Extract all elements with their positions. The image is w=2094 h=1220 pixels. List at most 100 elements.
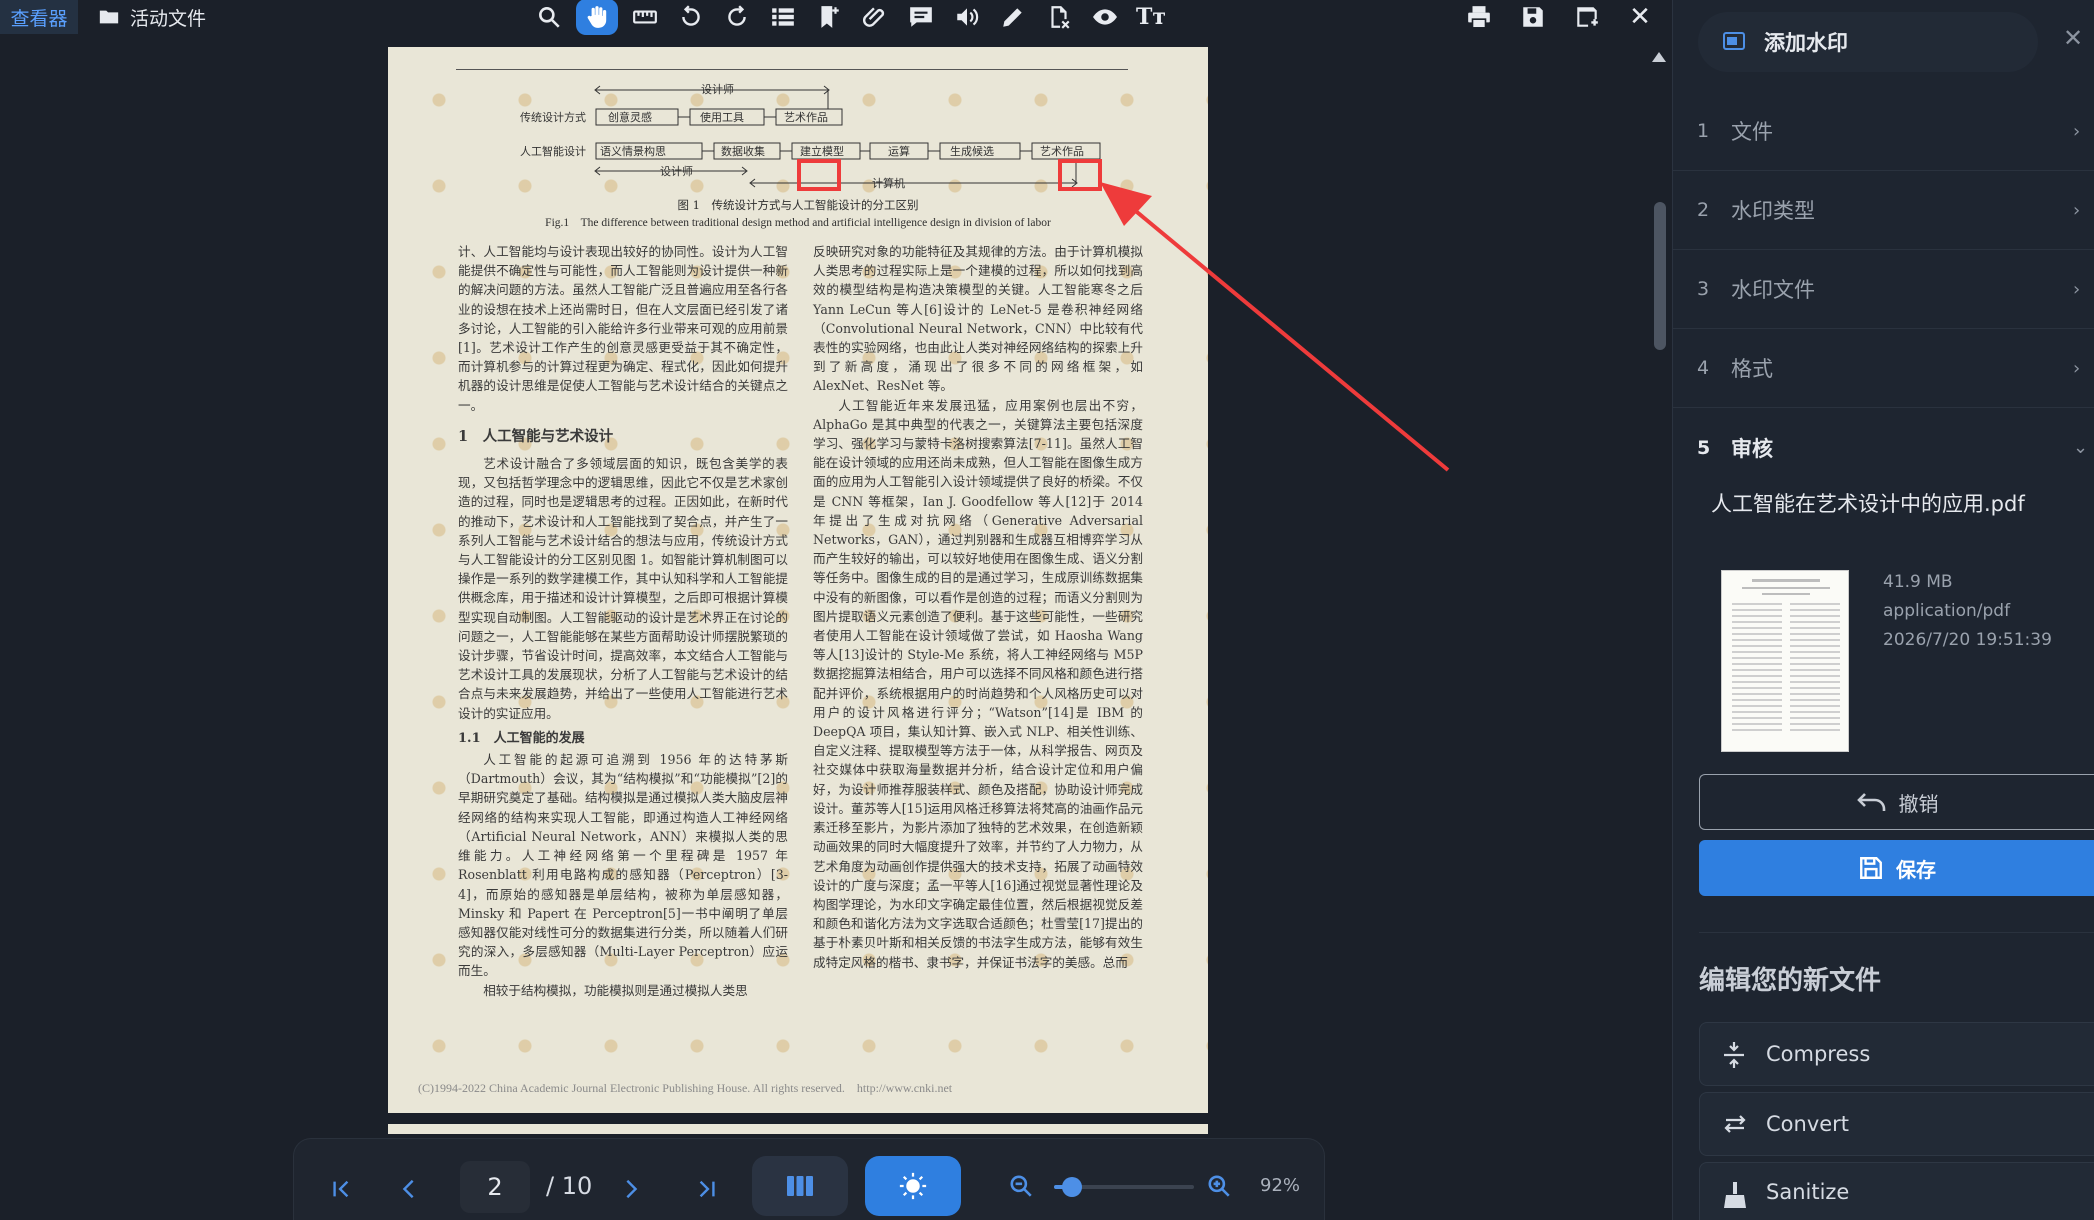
left-column: 计、人工智能均与设计表现出较好的协同性。设计为人工智能提供不确定性与可能性，而人… bbox=[458, 242, 788, 1000]
sun-icon bbox=[899, 1172, 927, 1200]
step-format[interactable]: 4 格式 › bbox=[1673, 329, 2094, 408]
left-paragraph-3: 人工智能的起源可追溯到 1956 年的达特茅斯（Dartmouth）会议，其为“… bbox=[458, 752, 788, 979]
annotation-arrow bbox=[1100, 182, 1450, 472]
diagram-ai-box-4: 运算 bbox=[888, 144, 910, 158]
sidebar-header: 添加水印 bbox=[1698, 12, 2038, 72]
page-total: / 10 bbox=[546, 1172, 593, 1200]
step-review[interactable]: 5 审核 ⌄ bbox=[1673, 408, 2094, 487]
sidebar-divider bbox=[1699, 932, 2094, 933]
theme-toggle-button[interactable] bbox=[865, 1156, 961, 1216]
step-number: 2 bbox=[1697, 199, 1710, 221]
diagram-computer: 计算机 bbox=[872, 176, 905, 190]
step-label: 审核 bbox=[1731, 436, 1773, 461]
search-icon[interactable] bbox=[530, 0, 568, 34]
folder-icon bbox=[99, 10, 119, 24]
step-label: 文件 bbox=[1731, 120, 1773, 144]
first-page-icon[interactable] bbox=[330, 1178, 352, 1204]
print-icon[interactable] bbox=[1460, 0, 1498, 34]
chevron-right-icon: › bbox=[2073, 120, 2081, 142]
last-page-icon[interactable] bbox=[696, 1178, 718, 1204]
step-file[interactable]: 1 文件 › bbox=[1673, 92, 2094, 171]
undo-button[interactable]: 撤销 bbox=[1699, 774, 2094, 830]
pan-hand-icon[interactable] bbox=[576, 0, 618, 35]
diagram-trad-box-3: 艺术作品 bbox=[784, 111, 828, 124]
diagram-ai-box-5: 生成候选 bbox=[950, 144, 994, 158]
step-label: 水印文件 bbox=[1731, 278, 1815, 302]
undo-label: 撤销 bbox=[1898, 791, 1939, 816]
step-watermark-file[interactable]: 3 水印文件 › bbox=[1673, 250, 2094, 329]
diagram-ai-label: 人工智能设计 bbox=[520, 144, 586, 158]
zoom-out-icon[interactable] bbox=[1008, 1173, 1034, 1203]
diagram-ai-box-3: 建立模型 bbox=[800, 144, 844, 158]
active-files-label: 活动文件 bbox=[130, 7, 207, 30]
active-files-tab[interactable]: 活动文件 bbox=[98, 0, 206, 34]
close-sidebar-icon[interactable]: ✕ bbox=[2063, 24, 2083, 52]
page-number-input[interactable]: 2 bbox=[460, 1161, 530, 1213]
scroll-up-arrow[interactable] bbox=[1652, 52, 1666, 62]
sidebar-title: 添加水印 bbox=[1764, 31, 1848, 55]
close-viewer-icon[interactable]: ✕ bbox=[1620, 0, 1660, 34]
dual-page-view-button[interactable] bbox=[752, 1156, 848, 1216]
diagram-designer-bottom: 设计师 bbox=[660, 165, 693, 178]
chevron-right-icon: › bbox=[2073, 357, 2081, 379]
rotate-left-icon[interactable] bbox=[672, 0, 710, 34]
file-tools bbox=[1460, 0, 1606, 34]
save-disk-icon[interactable] bbox=[1514, 0, 1552, 34]
diagram-ai-box-6: 艺术作品 bbox=[1040, 145, 1084, 158]
chevron-down-icon: ⌄ bbox=[2073, 437, 2089, 458]
convert-tool-button[interactable]: Convert bbox=[1699, 1092, 2094, 1156]
left-paragraph-1: 计、人工智能均与设计表现出较好的协同性。设计为人工智能提供不确定性与可能性，而人… bbox=[458, 244, 788, 413]
convert-arrows-icon bbox=[1724, 1115, 1746, 1133]
sanitize-tool-button[interactable]: Sanitize bbox=[1699, 1162, 2094, 1220]
ruler-icon[interactable] bbox=[626, 0, 664, 34]
viewer-tab[interactable]: 查看器 bbox=[0, 0, 78, 34]
watermark-sidebar: 添加水印 ✕ 1 文件 › 2 水印类型 › 3 水印文件 › 4 格式 › 5… bbox=[1672, 0, 2094, 1220]
pen-icon[interactable] bbox=[994, 0, 1032, 34]
list-icon[interactable] bbox=[764, 0, 802, 34]
file-redact-icon[interactable] bbox=[1040, 0, 1078, 34]
zoom-level: 92% bbox=[1260, 1175, 1301, 1196]
save-label: 保存 bbox=[1896, 857, 1936, 882]
next-page-icon[interactable] bbox=[620, 1178, 642, 1204]
figure-caption-cn: 图 1 传统设计方式与人工智能设计的分工区别 bbox=[677, 198, 919, 212]
compress-tool-button[interactable]: Compress bbox=[1699, 1022, 2094, 1086]
file-date: 2026/7/20 19:51:39 bbox=[1883, 630, 2052, 650]
pdf-page: 设计师 传统设计方式 创意灵感 使用工具 艺术作品 人工智能设计 语义情景构思 … bbox=[388, 47, 1208, 1113]
chevron-right-icon: › bbox=[2073, 278, 2081, 300]
file-thumbnail[interactable] bbox=[1721, 570, 1849, 752]
step-label: 水印类型 bbox=[1731, 199, 1815, 223]
rotate-right-icon[interactable] bbox=[718, 0, 756, 34]
step-number: 4 bbox=[1697, 357, 1710, 379]
save-as-icon[interactable] bbox=[1568, 0, 1606, 34]
compress-label: Compress bbox=[1766, 1042, 1871, 1066]
attachment-icon[interactable] bbox=[856, 0, 894, 34]
zoom-in-icon[interactable] bbox=[1206, 1173, 1232, 1203]
file-type: application/pdf bbox=[1883, 601, 2011, 621]
step-watermark-type[interactable]: 2 水印类型 › bbox=[1673, 171, 2094, 250]
convert-label: Convert bbox=[1766, 1112, 1850, 1136]
file-size: 41.9 MB bbox=[1883, 572, 1953, 592]
step-number: 5 bbox=[1697, 436, 1711, 459]
speaker-icon[interactable] bbox=[948, 0, 986, 34]
step-number: 3 bbox=[1697, 278, 1710, 300]
step-label: 格式 bbox=[1731, 357, 1773, 381]
diagram-ai-box-2: 数据收集 bbox=[721, 144, 765, 158]
scrollbar-thumb[interactable] bbox=[1654, 202, 1666, 350]
comment-icon[interactable] bbox=[902, 0, 940, 34]
edit-new-file-heading: 编辑您的新文件 bbox=[1699, 966, 1882, 996]
left-paragraph-2: 艺术设计融合了多领域层面的知识，既包含美学的表现，又包括哲学理念中的逻辑思维，因… bbox=[458, 456, 788, 721]
section-1-1-heading: 1.1 人工智能的发展 bbox=[458, 730, 585, 746]
file-name: 人工智能在艺术设计中的应用.pdf bbox=[1711, 492, 2025, 516]
save-icon bbox=[1860, 857, 1882, 879]
previous-page-icon[interactable] bbox=[398, 1178, 420, 1204]
diagram-ai-box-1: 语义情景构思 bbox=[600, 144, 666, 158]
chevron-right-icon: › bbox=[2073, 199, 2081, 221]
text-size-icon[interactable]: Tт bbox=[1132, 0, 1170, 34]
watermark-icon bbox=[1723, 32, 1745, 50]
tool-group: Tт bbox=[530, 0, 1170, 35]
eye-icon[interactable] bbox=[1086, 0, 1124, 34]
save-button[interactable]: 保存 bbox=[1699, 840, 2094, 896]
diagram-designer-top: 设计师 bbox=[701, 83, 734, 96]
left-paragraph-4: 相较于结构模拟，功能模拟则是通过模拟人类思 bbox=[483, 982, 748, 998]
bookmark-add-icon[interactable] bbox=[810, 0, 848, 34]
